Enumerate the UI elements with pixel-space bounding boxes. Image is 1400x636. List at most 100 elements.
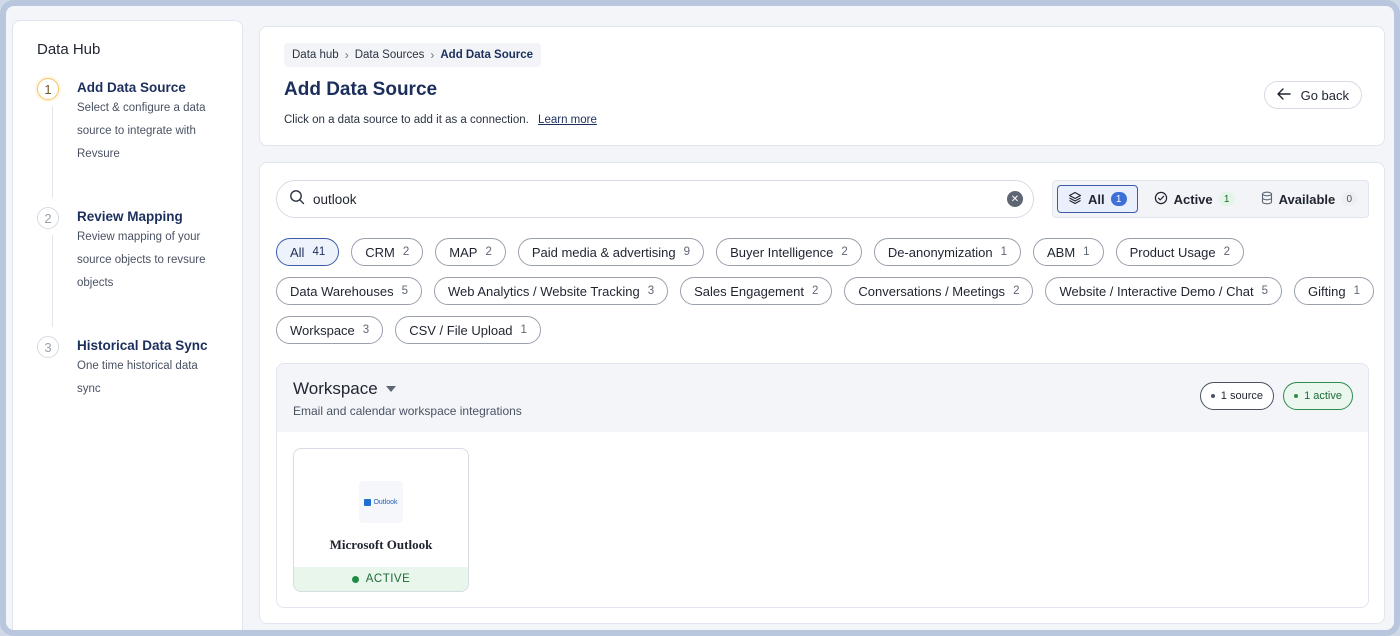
step-desc-line: source objects to revsure xyxy=(77,254,206,266)
dot-icon xyxy=(1210,394,1215,398)
status-filter-all[interactable]: All 1 xyxy=(1057,185,1138,213)
step-historical-data-sync[interactable]: 3 Historical Data Sync One time historic… xyxy=(37,336,218,401)
step-desc-line: Review mapping of your xyxy=(77,231,201,243)
chip-label: Workspace xyxy=(290,322,355,338)
count-badge: 1 xyxy=(1110,192,1127,206)
step-title: Add Data Source xyxy=(77,80,186,95)
chip-count: 3 xyxy=(362,324,370,336)
page-subtitle: Click on a data source to add it as a co… xyxy=(284,114,597,126)
chip-count: 2 xyxy=(1223,246,1230,258)
chip-count: 2 xyxy=(402,246,410,258)
status-filter-label: All xyxy=(1088,191,1105,207)
category-chip-web-analytics[interactable]: Web Analytics / Website Tracking 3 xyxy=(433,277,669,305)
category-chip-abm[interactable]: ABM 1 xyxy=(1033,238,1104,266)
source-card-microsoft-outlook[interactable]: Outlook Microsoft Outlook ACTIVE xyxy=(293,448,469,592)
chip-count: 5 xyxy=(401,285,408,297)
chip-label: Paid media & advertising xyxy=(531,244,676,260)
chevron-right-icon: › xyxy=(344,48,349,62)
step-number: 3 xyxy=(37,336,59,358)
status-filter: All 1 Active 1 Available 0 xyxy=(1052,180,1369,218)
category-chip-all[interactable]: All 41 xyxy=(276,238,340,266)
app-frame: Data Hub 1 Add Data Source Select & conf… xyxy=(0,0,1400,636)
step-title: Historical Data Sync xyxy=(77,338,208,353)
status-filter-label: Available xyxy=(1278,191,1336,207)
step-description: Select & configure a data source to inte… xyxy=(77,97,218,166)
clear-search-icon[interactable]: ✕ xyxy=(1007,191,1023,207)
learn-more-link[interactable]: Learn more xyxy=(538,114,597,126)
check-circle-icon xyxy=(1154,191,1168,208)
logo-text: Outlook xyxy=(373,498,398,506)
chevron-right-icon: › xyxy=(430,48,435,62)
category-chip-website-demo-chat[interactable]: Website / Interactive Demo / Chat 5 xyxy=(1045,277,1282,305)
category-chip-sales-engagement[interactable]: Sales Engagement 2 xyxy=(680,277,833,305)
chip-label: De-anonymization xyxy=(887,244,993,260)
pill-label: 1 source xyxy=(1220,390,1263,402)
step-review-mapping[interactable]: 2 Review Mapping Review mapping of your … xyxy=(37,207,218,338)
group-title[interactable]: Workspace xyxy=(293,379,396,399)
step-desc-line: source to integrate with xyxy=(77,125,196,137)
status-filter-active[interactable]: Active 1 xyxy=(1144,185,1245,213)
step-description: Review mapping of your source objects to… xyxy=(77,226,218,295)
outlook-logo-icon: Outlook xyxy=(359,481,403,523)
arrow-left-icon xyxy=(1276,87,1291,103)
search-icon xyxy=(289,189,305,210)
step-description: One time historical data sync xyxy=(77,355,218,401)
breadcrumb-current: Add Data Source xyxy=(440,49,534,61)
chip-label: Buyer Intelligence xyxy=(730,244,834,260)
chip-label: Product Usage xyxy=(1129,244,1216,260)
step-number: 2 xyxy=(37,207,59,229)
status-filter-available[interactable]: Available 0 xyxy=(1251,185,1368,213)
category-chip-workspace[interactable]: Workspace 3 xyxy=(276,316,384,344)
chip-count: 1 xyxy=(1000,246,1007,258)
chip-label: MAP xyxy=(449,244,478,260)
layers-icon xyxy=(1068,191,1082,208)
go-back-label: Go back xyxy=(1300,87,1349,103)
source-count-pill: 1 source xyxy=(1199,382,1274,410)
outlook-logo-mark xyxy=(364,498,372,506)
category-chip-data-warehouses[interactable]: Data Warehouses 5 xyxy=(276,277,422,305)
step-number: 1 xyxy=(37,78,59,100)
status-dot-icon xyxy=(351,575,359,583)
status-filter-label: Active xyxy=(1173,191,1213,207)
category-chip-de-anonymization[interactable]: De-anonymization 1 xyxy=(873,238,1021,266)
breadcrumb-data-sources[interactable]: Data Sources xyxy=(355,49,425,61)
chip-count: 2 xyxy=(841,246,848,258)
step-title: Review Mapping xyxy=(77,209,183,224)
chip-label: CSV / File Upload xyxy=(409,322,513,338)
group-header: Workspace Email and calendar workspace i… xyxy=(277,364,1368,432)
sidebar-title: Data Hub xyxy=(37,41,101,58)
chip-label: All xyxy=(290,244,305,260)
category-chip-crm[interactable]: CRM 2 xyxy=(351,238,424,266)
page-title: Add Data Source xyxy=(284,79,438,100)
go-back-button[interactable]: Go back xyxy=(1263,81,1362,109)
category-chip-paid-media[interactable]: Paid media & advertising 9 xyxy=(517,238,705,266)
chip-label: Sales Engagement xyxy=(694,283,804,299)
step-desc-line: Revsure xyxy=(77,148,120,160)
chip-label: Web Analytics / Website Tracking xyxy=(447,283,640,299)
search-bar: ✕ xyxy=(276,180,1034,218)
category-chip-conversations[interactable]: Conversations / Meetings 2 xyxy=(844,277,1034,305)
sources-panel: ✕ All 1 Active 1 Available xyxy=(259,162,1385,624)
header-card: Data hub › Data Sources › Add Data Sourc… xyxy=(259,26,1385,146)
category-chip-map[interactable]: MAP 2 xyxy=(435,238,506,266)
category-chip-product-usage[interactable]: Product Usage 2 xyxy=(1115,238,1244,266)
category-chip-csv-upload[interactable]: CSV / File Upload 1 xyxy=(395,316,541,344)
step-add-data-source[interactable]: 1 Add Data Source Select & configure a d… xyxy=(37,78,218,209)
status-label: ACTIVE xyxy=(365,573,411,585)
count-badge: 1 xyxy=(1218,192,1235,206)
category-chip-buyer-intelligence[interactable]: Buyer Intelligence 2 xyxy=(716,238,862,266)
step-desc-line: objects xyxy=(77,277,114,289)
chip-count: 1 xyxy=(520,324,527,336)
caret-down-icon xyxy=(385,386,396,392)
category-chip-gifting[interactable]: Gifting 1 xyxy=(1294,277,1374,305)
step-connector xyxy=(52,235,53,327)
step-desc-line: Select & configure a data xyxy=(77,102,206,114)
chip-count: 3 xyxy=(647,285,655,297)
breadcrumb: Data hub › Data Sources › Add Data Sourc… xyxy=(284,43,542,67)
active-count-pill: 1 active xyxy=(1283,382,1353,410)
page-subtitle-text: Click on a data source to add it as a co… xyxy=(284,114,529,126)
breadcrumb-data-hub[interactable]: Data hub xyxy=(292,49,339,61)
search-input[interactable] xyxy=(313,191,1007,207)
workspace-group: Workspace Email and calendar workspace i… xyxy=(276,363,1369,608)
chip-count: 1 xyxy=(1083,246,1090,258)
